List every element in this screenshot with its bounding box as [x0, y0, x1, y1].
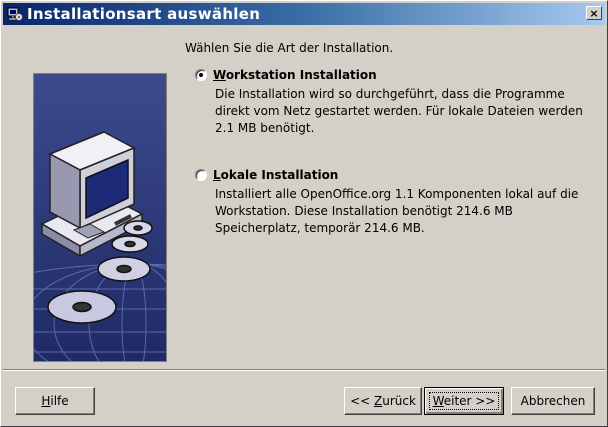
title-bar: Installationsart auswählen × — [3, 3, 605, 25]
close-icon: × — [589, 6, 599, 20]
option-local-label[interactable]: Lokale Installation — [213, 168, 338, 182]
next-button[interactable]: Weiter >> — [424, 387, 504, 415]
close-button[interactable]: × — [586, 6, 602, 20]
back-button[interactable]: << Zurück — [344, 387, 422, 415]
computer-and-discs-illustration — [33, 73, 167, 362]
intro-text: Wählen Sie die Art der Installation. — [185, 41, 394, 55]
cancel-button[interactable]: Abbrechen — [511, 387, 595, 415]
help-button[interactable]: Hilfe — [15, 387, 95, 415]
option-workstation-label[interactable]: Workstation Installation — [213, 68, 377, 82]
setup-icon — [7, 6, 23, 22]
radio-local[interactable] — [195, 169, 207, 181]
radio-workstation[interactable] — [195, 69, 207, 81]
dialog-content: Wählen Sie die Art der Installation. Wor… — [1, 25, 607, 364]
option-workstation-description: Die Installation wird so durchgeführt, d… — [215, 87, 583, 135]
installer-dialog: Installationsart auswählen × Wählen Sie … — [0, 0, 608, 427]
button-separator — [3, 369, 605, 371]
window-title: Installationsart auswählen — [27, 5, 261, 23]
option-local-description: Installiert alle OpenOffice.org 1.1 Komp… — [215, 187, 579, 235]
